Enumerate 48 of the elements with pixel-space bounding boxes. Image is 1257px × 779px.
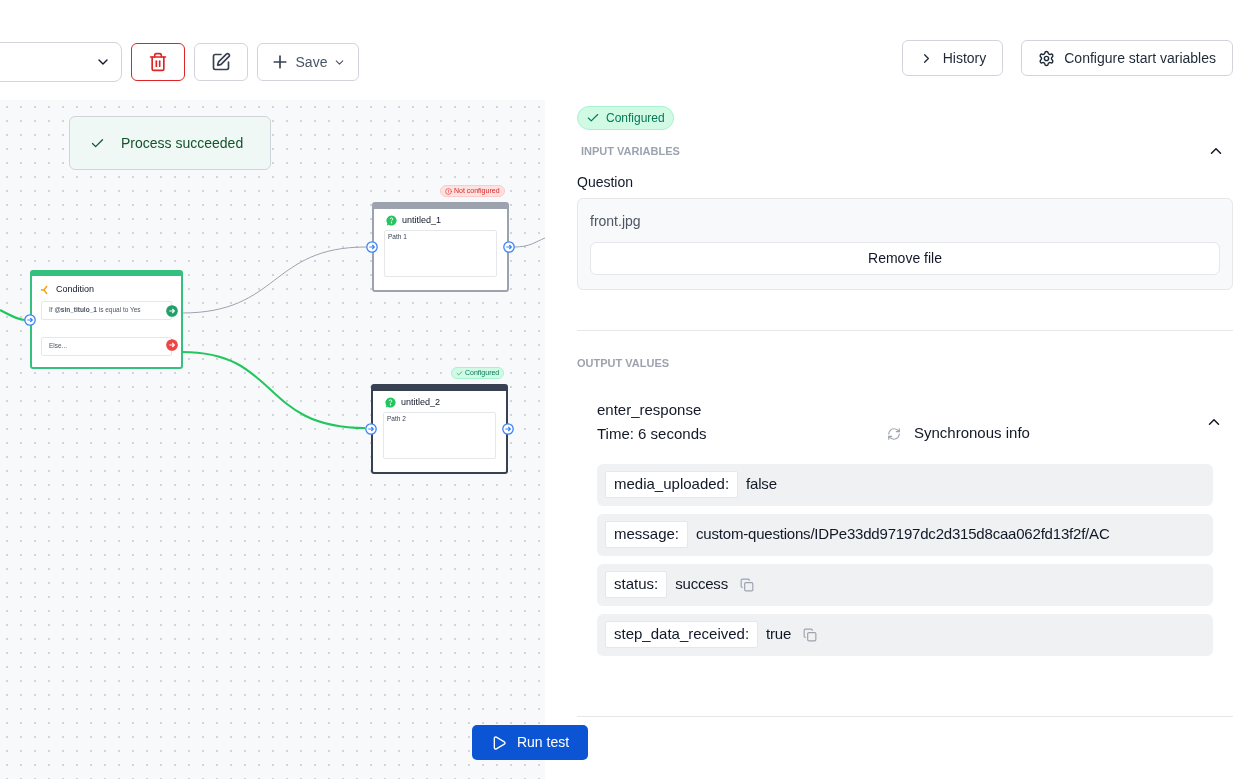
section-heading: INPUT VARIABLES bbox=[580, 143, 680, 159]
alert-icon bbox=[445, 187, 452, 195]
node-title: untitled_1 bbox=[402, 214, 442, 227]
question-icon bbox=[386, 215, 397, 227]
branch-icon bbox=[40, 284, 50, 295]
trash-icon bbox=[148, 52, 168, 72]
run-test-button[interactable]: Run test bbox=[472, 725, 588, 760]
output-port[interactable] bbox=[503, 241, 515, 253]
question-icon bbox=[385, 397, 396, 409]
configured-badge: Configured bbox=[577, 106, 674, 130]
step-name: enter_response bbox=[597, 399, 703, 420]
connector-line bbox=[0, 309, 26, 321]
value-key: message: bbox=[605, 521, 689, 548]
connector-line bbox=[513, 237, 545, 248]
input-port[interactable] bbox=[365, 423, 377, 435]
sync-icon bbox=[887, 426, 901, 441]
copy-icon[interactable] bbox=[803, 627, 818, 642]
success-toast: Process succeeded bbox=[69, 116, 271, 170]
check-icon bbox=[456, 369, 463, 377]
output-port[interactable] bbox=[166, 304, 178, 317]
section-heading: OUTPUT VALUES bbox=[577, 356, 671, 371]
output-port[interactable] bbox=[502, 423, 514, 435]
copy-icon[interactable] bbox=[740, 577, 754, 592]
input-port[interactable] bbox=[24, 314, 36, 326]
value-text: custom-questions/IDPe33dd97197dc2d315d8caa062fd13f2f/AC bbox=[696, 524, 1110, 545]
value-key: status: bbox=[605, 571, 668, 598]
value-key: step_data_received: bbox=[605, 621, 759, 648]
history-button[interactable]: History bbox=[901, 40, 1004, 76]
node-title: Condition bbox=[56, 283, 95, 296]
value-text: success bbox=[675, 574, 728, 595]
settings-icon bbox=[1038, 49, 1056, 67]
value-text: false bbox=[746, 474, 777, 495]
node-title: untitled_2 bbox=[401, 396, 441, 409]
file-name: front.jpg bbox=[590, 212, 642, 231]
field-label: Question bbox=[577, 173, 635, 192]
check-icon bbox=[586, 111, 600, 125]
save-button[interactable]: Save bbox=[257, 43, 359, 81]
value-text: true bbox=[766, 624, 792, 645]
input-port[interactable] bbox=[366, 241, 378, 253]
value-key: media_uploaded: bbox=[605, 471, 739, 498]
pencil-square-icon bbox=[211, 52, 231, 72]
configure-button[interactable]: Configure start variables bbox=[1021, 40, 1233, 76]
step-mode: Synchronous info bbox=[914, 423, 1030, 444]
edit-button[interactable] bbox=[194, 43, 248, 81]
delete-button[interactable] bbox=[131, 43, 185, 81]
step-time: Time: 6 seconds bbox=[597, 423, 708, 444]
remove-file-button[interactable]: Remove file bbox=[590, 242, 1220, 275]
output-port[interactable] bbox=[166, 338, 178, 351]
